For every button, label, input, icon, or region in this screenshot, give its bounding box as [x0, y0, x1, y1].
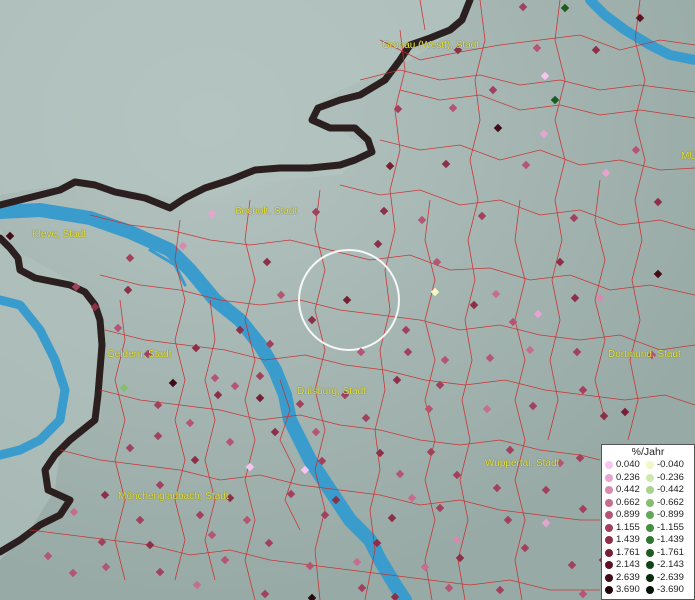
legend-label-negative: -2.143 [657, 559, 684, 570]
legend-label-negative: -1.439 [657, 534, 684, 545]
legend-swatch-positive [605, 461, 613, 469]
city-label-dortmund: Dortmund, Stadt [608, 349, 681, 360]
legend-row: 0.662 -0.662 [602, 497, 694, 509]
legend-label-positive: 1.439 [616, 534, 640, 545]
legend-swatch-negative [646, 561, 654, 569]
legend-swatch-negative [646, 548, 654, 557]
legend-swatch-positive [605, 486, 613, 494]
legend-row: 2.639 -2.639 [602, 572, 694, 584]
legend-title: %/Jahr [631, 446, 665, 458]
legend-swatch-positive [605, 548, 613, 557]
legend-swatch-negative [646, 498, 654, 507]
legend-label-positive: 0.442 [616, 484, 640, 495]
legend-label-negative: -0.236 [657, 471, 684, 483]
legend-label-negative: -1.155 [657, 521, 684, 533]
city-label-geldern: Geldern, Stadt [107, 349, 172, 360]
legend-swatch-negative [646, 473, 654, 482]
legend-label-negative: -1.761 [657, 546, 684, 558]
legend-swatch-positive [605, 498, 613, 507]
legend-swatch-positive [605, 523, 613, 532]
legend-swatch-negative [646, 486, 654, 494]
legend-swatch-negative [646, 573, 654, 582]
city-label-kleve: Kleve, Stadt [32, 229, 86, 240]
legend-row: 0.040 -0.040 [602, 459, 694, 471]
legend-label-positive: 2.639 [616, 571, 640, 583]
legend-row: 1.155 -1.155 [602, 522, 694, 534]
legend-row: 0.442 -0.442 [602, 484, 694, 496]
legend-label-positive: 0.040 [616, 459, 640, 470]
city-label-duisburg: Duisburg, Stadt [297, 386, 366, 397]
legend-swatch-positive [605, 561, 613, 569]
legend-swatch-positive [605, 573, 613, 582]
legend-label-positive: 0.236 [616, 471, 640, 483]
legend-label-negative: -0.040 [657, 459, 684, 470]
legend-swatch-positive [605, 536, 613, 544]
legend-label-positive: 3.690 [616, 584, 640, 595]
legend-label-negative: -2.639 [657, 571, 684, 583]
legend-swatch-positive [605, 511, 613, 519]
legend-row: 1.439 -1.439 [602, 534, 694, 546]
city-label-wuppertal: Wuppertal, Stadt [485, 458, 560, 469]
legend-swatch-negative [646, 461, 654, 469]
legend-row: 0.899 -0.899 [602, 509, 694, 521]
city-label-moenchengladbach: Mönchengladbach, Stadt [118, 491, 229, 502]
legend-swatch-negative [646, 586, 654, 594]
legend-label-negative: -3.690 [657, 584, 684, 595]
legend-label-positive: 1.761 [616, 546, 640, 558]
legend-label-negative: -0.442 [657, 484, 684, 495]
legend-label-negative: -0.899 [657, 509, 684, 520]
legend-row: 2.143 -2.143 [602, 559, 694, 571]
legend-row: 0.236 -0.236 [602, 472, 694, 484]
legend-row: 3.690 -3.690 [602, 584, 694, 596]
legend-swatch-positive [605, 473, 613, 482]
map-canvas[interactable] [0, 0, 695, 600]
city-label-bocholt: Bocholt, Stadt [235, 206, 298, 217]
city-label-muenster: MÜ [681, 151, 695, 162]
legend-label-positive: 0.899 [616, 509, 640, 520]
legend-label-negative: -0.662 [657, 496, 684, 508]
legend-swatch-positive [605, 586, 613, 594]
legend-swatch-negative [646, 511, 654, 519]
legend-swatch-negative [646, 536, 654, 544]
legend-row: 1.761 -1.761 [602, 547, 694, 559]
legend-label-positive: 2.143 [616, 559, 640, 570]
city-label-gronau: Gronau (Westf), Stadt [382, 40, 480, 51]
legend-swatch-negative [646, 523, 654, 532]
legend: %/Jahr 0.040 -0.040 0.236 -0.236 0.442 -0.442… [601, 444, 695, 600]
legend-label-positive: 0.662 [616, 496, 640, 508]
legend-label-positive: 1.155 [616, 521, 640, 533]
